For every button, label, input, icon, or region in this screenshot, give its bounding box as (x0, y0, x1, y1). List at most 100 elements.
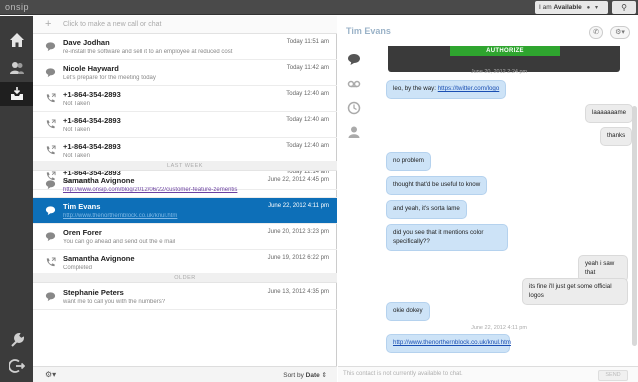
list-item[interactable]: +1-864-354-2893 Not Taken Today 12:40 am (33, 86, 337, 112)
contacts-nav-button[interactable] (0, 56, 33, 80)
chevron-down-icon: ▾ (595, 5, 599, 11)
message-text: yeah i saw that (585, 260, 615, 276)
location-pin-icon[interactable]: ⚲ (612, 1, 636, 14)
message-text: laaaaaaame (592, 109, 627, 116)
item-time: June 20, 2012 3:23 pm (267, 229, 329, 235)
gear-icon: ⚙▾ (615, 29, 625, 36)
message-out: laaaaaaame (585, 104, 634, 123)
section-divider-last-week: LAST WEEK (33, 161, 337, 171)
message-text: leo, by the way: (393, 85, 438, 92)
presence-status[interactable]: I am Available ● ▾ (535, 1, 608, 14)
contact-name: Oren Forer (63, 228, 102, 237)
chat-bubble-icon (45, 42, 56, 52)
message-out: its fine i'll just get some official log… (522, 278, 628, 305)
phone-icon: ✆ (593, 29, 599, 36)
list-footer: ⚙▾ Sort by Date ⇕ (33, 366, 337, 382)
voicemail-icon[interactable] (347, 77, 361, 91)
list-item[interactable]: Nicole Hayward Let's prepare for the mee… (33, 60, 337, 86)
inbox-icon (10, 87, 23, 100)
item-preview: http://www.thenorthernblock.co.uk/knul.h… (63, 213, 178, 219)
message-text: and yeah, it's sorta lame (393, 205, 460, 212)
phone-outgoing-icon (46, 257, 56, 267)
logout-icon (8, 359, 25, 373)
list-item[interactable]: Stephanie Peters want me to call you wit… (33, 284, 337, 310)
home-nav-button[interactable] (0, 28, 33, 52)
authorize-button[interactable]: AUTHORIZE (450, 46, 560, 56)
item-preview: Not Taken (63, 127, 90, 133)
plus-icon: + (45, 18, 52, 30)
sort-prefix: Sort by (283, 372, 304, 379)
contact-name: Samantha Avignone (63, 254, 135, 263)
message-thread: June 20, 2012 2:24 pm leo, by the way: h… (370, 66, 634, 366)
send-button[interactable]: SEND (598, 370, 628, 381)
sort-control[interactable]: Sort by Date ⇕ (283, 371, 327, 379)
message-in: and yeah, it's sorta lame (386, 200, 467, 219)
contacts-icon (9, 62, 24, 74)
timestamp: June 22, 2012 4:11 pm (471, 325, 527, 331)
item-time: Today 11:42 am (286, 65, 329, 71)
chat-header: Tim Evans ✆ ⚙▾ (338, 16, 638, 50)
message-link[interactable]: http://www.thenorthernblock.co.uk/knul.h… (393, 339, 511, 346)
chat-settings-button[interactable]: ⚙▾ (610, 26, 630, 39)
message-link[interactable]: https://twitter.com/logo (438, 85, 500, 92)
onsip-logo: onsip (5, 2, 30, 12)
item-preview: Not Taken (63, 101, 90, 107)
status-value: Available (553, 4, 582, 11)
chat-bubble-status-icon: ● (586, 5, 591, 11)
new-call-placeholder: Click to make a new call or chat (63, 21, 162, 28)
chat-bubble-icon (45, 232, 56, 242)
list-item[interactable]: +1-864-354-2893 Not Taken Today 12:40 am (33, 112, 337, 138)
chat-input[interactable]: This contact is not currently available … (343, 371, 463, 377)
item-preview: Completed (63, 265, 93, 271)
message-out: thanks (600, 127, 633, 146)
item-time: Today 12:40 am (286, 91, 329, 97)
chat-bubble-icon[interactable] (347, 52, 361, 66)
top-bar: onsip I am Available ● ▾ ⚲ (0, 0, 638, 15)
item-time: June 13, 2012 4:35 pm (267, 289, 329, 295)
phone-outgoing-icon (46, 119, 56, 129)
message-in: http://www.thenorthernblock.co.uk/knul.h… (386, 334, 511, 353)
contact-name: Dave Jodhan (63, 38, 110, 47)
gear-icon[interactable]: ⚙▾ (45, 370, 56, 379)
list-item[interactable]: Dave Jodhan re-install the software and … (33, 34, 337, 60)
sort-value: Date (305, 372, 320, 379)
item-preview: You can go ahead and send out the e mail (63, 239, 176, 245)
list-item[interactable]: Oren Forer You can go ahead and send out… (33, 224, 337, 250)
contact-name: Samantha Avignone (63, 176, 135, 185)
phone-outgoing-icon (46, 145, 56, 155)
call-button[interactable]: ✆ (589, 26, 603, 39)
chat-bubble-icon (45, 68, 56, 78)
contact-name: +1-864-354-2893 (63, 142, 121, 151)
message-text: its fine i'll just get some official log… (529, 283, 612, 299)
chat-panel: Tim Evans ✆ ⚙▾ AUTHORIZE June 20, 2012 2… (338, 16, 638, 382)
contact-name: +1-864-354-2893 (63, 90, 121, 99)
contact-name: Tim Evans (63, 202, 101, 211)
item-time: Today 12:40 am (286, 117, 329, 123)
message-text: thought that'd be useful to know (393, 181, 481, 188)
home-icon (9, 33, 24, 47)
new-call-input[interactable]: + Click to make a new call or chat (33, 16, 337, 34)
message-in: thought that'd be useful to know (386, 176, 488, 195)
inbox-nav-button[interactable] (0, 82, 33, 106)
item-time: Today 11:51 am (286, 39, 329, 45)
settings-nav-button[interactable] (0, 328, 33, 352)
message-in: okie dokey (386, 302, 430, 321)
message-in: did you see that it mentions color speci… (386, 224, 508, 251)
clock-icon[interactable] (347, 101, 361, 115)
phone-outgoing-icon (46, 93, 56, 103)
contact-profile-icon[interactable] (347, 125, 361, 139)
chat-scrollbar[interactable] (632, 106, 637, 346)
list-item[interactable]: Samantha Avignone http://www.onsip.com/b… (33, 172, 337, 198)
left-rail (0, 16, 33, 382)
list-item-selected[interactable]: Tim Evans http://www.thenorthernblock.co… (33, 198, 337, 224)
message-text: did you see that it mentions color speci… (393, 229, 484, 245)
chat-input-bar: This contact is not currently available … (338, 366, 638, 382)
message-in: leo, by the way: https://twitter.com/log… (386, 80, 507, 99)
contact-name: +1-864-354-2893 (63, 116, 121, 125)
item-preview: re-install the software and sell it to a… (63, 49, 233, 55)
item-time: June 22, 2012 4:11 pm (268, 203, 329, 209)
logout-nav-button[interactable] (0, 354, 33, 378)
message-text: no problem (393, 157, 424, 164)
message-text: okie dokey (393, 307, 423, 314)
status-prefix: I am (539, 4, 552, 11)
